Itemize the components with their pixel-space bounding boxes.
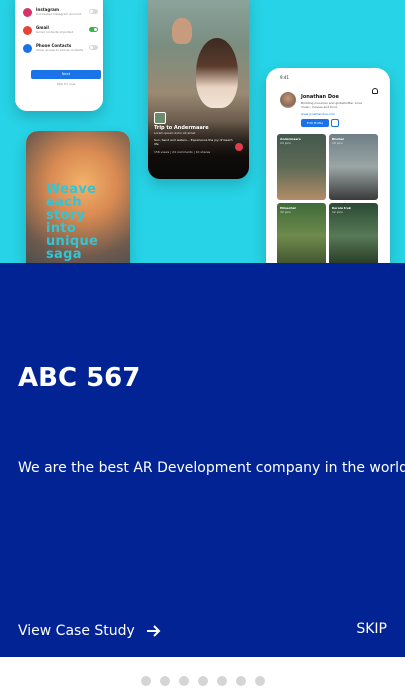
info-panel: ABC 567 We are the best AR Development c… bbox=[0, 263, 405, 657]
gmail-icon bbox=[23, 26, 32, 35]
album-tile: Kerala trek 12 pics bbox=[329, 203, 378, 263]
story-phone-mockup: Weave each story into unique saga bbox=[26, 131, 130, 263]
phone-contacts-icon bbox=[23, 44, 32, 53]
album-tile: Himachal 32 pics bbox=[277, 203, 326, 263]
story-quote: Weave each story into unique saga bbox=[46, 183, 98, 261]
status-time: 9:41 bbox=[280, 75, 289, 80]
record-icon bbox=[235, 143, 243, 151]
person-figure bbox=[196, 38, 238, 108]
skip-button[interactable]: SKIP bbox=[356, 621, 387, 637]
page-dot[interactable] bbox=[140, 676, 151, 686]
account-row: Phone Contacts Allow access to phone con… bbox=[23, 43, 98, 56]
pagination-dots bbox=[0, 676, 405, 693]
company-tagline: We are the best AR Development company i… bbox=[18, 460, 405, 476]
arrow-right-icon bbox=[146, 625, 161, 637]
view-case-study-button[interactable]: View Case Study bbox=[18, 621, 161, 641]
account-row: Instagram Connected Instagram account bbox=[23, 7, 98, 20]
profile-phone-mockup: 9:41 Jonathan Doe Budding musician and g… bbox=[266, 68, 390, 263]
page-dot[interactable] bbox=[254, 676, 265, 686]
account-row: Gmail Gmail contacts imported bbox=[23, 25, 98, 38]
profile-name: Jonathan Doe bbox=[301, 94, 339, 100]
mockup-skip-link: Skip for now bbox=[56, 82, 76, 86]
album-tile: Bhutan 18 pics bbox=[329, 134, 378, 200]
trip-subtitle: Lorem ipsum dolor sit amet bbox=[154, 131, 196, 135]
view-case-study-label: View Case Study bbox=[18, 623, 135, 639]
account-subtitle: Allow access to phone contacts bbox=[36, 48, 84, 52]
trip-meta: 156 views | 24 comments | 10 shares bbox=[154, 150, 211, 154]
tile-subtitle: 32 pics bbox=[280, 210, 291, 214]
page-dot[interactable] bbox=[159, 676, 170, 686]
account-toggle bbox=[89, 9, 98, 14]
tile-subtitle: 24 pics bbox=[280, 141, 291, 145]
mockup-next-button: Next bbox=[31, 70, 101, 79]
trip-video-phone-mockup: Trip to Andermaare Lorem ipsum dolor sit… bbox=[148, 0, 249, 179]
trip-thumbnail bbox=[154, 112, 166, 124]
company-title: ABC 567 bbox=[18, 363, 141, 393]
tile-subtitle: 18 pics bbox=[332, 141, 343, 145]
account-subtitle: Gmail contacts imported bbox=[36, 30, 74, 34]
instagram-icon bbox=[23, 8, 32, 17]
profile-bio: Budding musician and globetrotter. Love … bbox=[301, 101, 362, 109]
trip-description: Sun, Sand and waters... Experience the j… bbox=[154, 138, 233, 146]
account-toggle bbox=[89, 45, 98, 50]
hero-illustration: Instagram Connected Instagram account Gm… bbox=[0, 0, 405, 263]
quote-line: saga bbox=[46, 247, 82, 262]
profile-link: www.jonathandoe.com bbox=[301, 112, 336, 116]
account-subtitle: Connected Instagram account bbox=[36, 12, 82, 16]
edit-profile-button: Edit Profile bbox=[301, 119, 329, 127]
tile-subtitle: 12 pics bbox=[332, 210, 343, 214]
album-tile: Andermaare 24 pics bbox=[277, 134, 326, 200]
page-dot[interactable] bbox=[216, 676, 227, 686]
waving-hand bbox=[172, 18, 192, 44]
onboarding-screen: Instagram Connected Instagram account Gm… bbox=[0, 0, 405, 693]
page-dot[interactable] bbox=[178, 676, 189, 686]
add-icon bbox=[331, 119, 339, 127]
connect-accounts-phone-mockup: Instagram Connected Instagram account Gm… bbox=[15, 0, 103, 111]
account-toggle bbox=[89, 27, 98, 32]
bell-icon bbox=[372, 88, 378, 94]
page-dot[interactable] bbox=[197, 676, 208, 686]
page-dot[interactable] bbox=[235, 676, 246, 686]
avatar bbox=[280, 92, 296, 108]
